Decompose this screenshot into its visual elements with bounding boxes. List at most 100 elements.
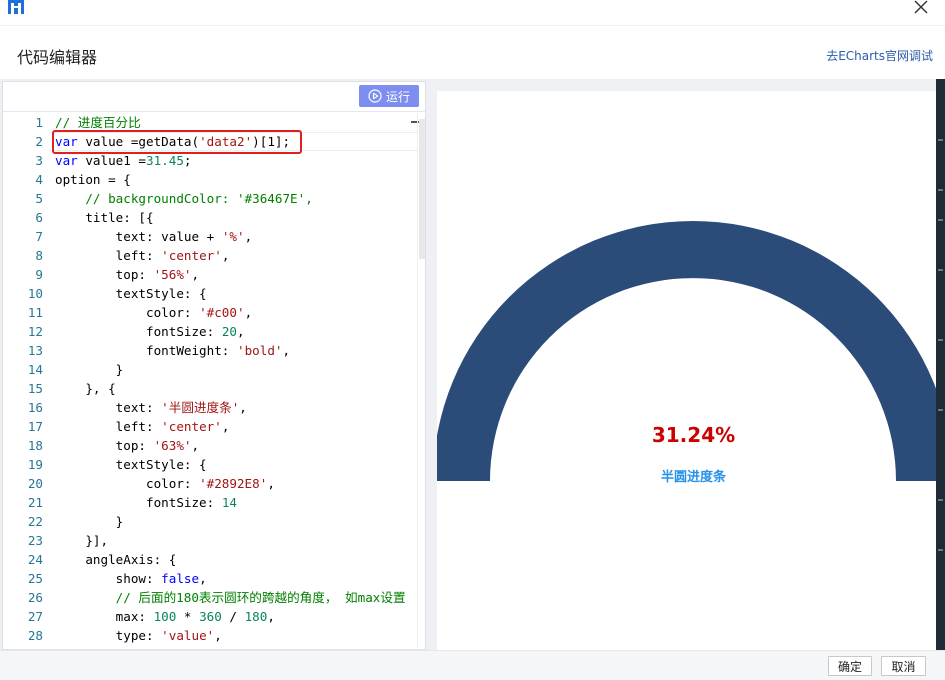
code-token: textStyle: { — [55, 286, 207, 301]
app-logo-icon — [8, 0, 24, 14]
line-number: 27 — [27, 609, 43, 624]
code-editor-dialog: 代码编辑器 去ECharts官网调试 运行 1 2 3 4 5 6 7 8 9 10 11 12 13 1… — [0, 0, 945, 680]
code-line[interactable]: text: value + '%', — [55, 227, 415, 246]
code-token: // 进度百分比 — [55, 115, 141, 130]
code-token: '#c00' — [199, 305, 245, 320]
code-line[interactable]: max: 100 * 360 / 180, — [55, 607, 415, 626]
line-number: 12 — [27, 324, 43, 339]
code-text[interactable]: // 进度百分比 var value =getData('data2')[1]; v… — [55, 113, 415, 645]
line-number: 10 — [27, 286, 43, 301]
code-token: type: — [55, 628, 162, 643]
code-token: 360 — [199, 609, 222, 624]
line-number: 24 — [27, 552, 43, 567]
code-token: '%' — [221, 229, 245, 244]
line-number: 20 — [27, 476, 43, 491]
line-number: 28 — [27, 628, 43, 643]
code-token: left: — [55, 419, 162, 434]
code-token: , — [221, 419, 230, 434]
line-number: 5 — [35, 191, 43, 206]
code-line[interactable]: fontSize: 20, — [55, 322, 415, 341]
code-line[interactable]: textStyle: { — [55, 455, 415, 474]
line-number: 26 — [27, 590, 43, 605]
code-token: , — [267, 476, 275, 491]
code-token: , — [239, 400, 247, 415]
code-token: // 后面的180表示圆环的跨越的角度， 如max设置 — [55, 590, 406, 605]
code-line[interactable]: fontWeight: 'bold', — [55, 341, 415, 360]
line-number: 17 — [27, 419, 43, 434]
echarts-official-link[interactable]: 去ECharts官网调试 — [826, 47, 933, 64]
code-line[interactable]: textStyle: { — [55, 284, 415, 303]
code-line[interactable]: }, { — [55, 379, 415, 398]
code-line[interactable]: left: 'center', — [55, 246, 415, 265]
code-token: var — [55, 153, 78, 168]
line-number: 11 — [27, 305, 43, 320]
line-number: 13 — [27, 343, 43, 358]
run-button-label: 运行 — [385, 89, 410, 104]
run-button[interactable]: 运行 — [359, 85, 419, 107]
code-line[interactable]: color: '#2892E8', — [55, 474, 415, 493]
play-circle-icon — [368, 89, 382, 103]
code-token: value1 = — [77, 153, 146, 168]
editor-scrollbar-thumb[interactable] — [419, 119, 425, 259]
editor-scrollbar[interactable] — [417, 113, 425, 651]
confirm-button[interactable]: 确定 — [828, 656, 872, 676]
code-token: , — [214, 628, 222, 643]
code-line[interactable]: // 后面的180表示圆环的跨越的角度， 如max设置 — [55, 588, 415, 607]
window-topbar — [0, 0, 945, 26]
code-token: fontWeight: — [55, 343, 237, 358]
code-token: } — [55, 514, 124, 529]
code-line[interactable]: type: 'value', — [55, 626, 415, 645]
editor-toolbar: 运行 — [3, 82, 425, 112]
code-token: max: — [55, 609, 154, 624]
code-line[interactable]: option = { — [55, 170, 415, 189]
code-editor-pane: 运行 1 2 3 4 5 6 7 8 9 10 11 12 13 14 15 16 17 18 19 20 21 22 23… — [2, 81, 426, 651]
code-line[interactable]: angleAxis: { — [55, 550, 415, 569]
code-token: , — [199, 571, 207, 586]
code-line[interactable]: color: '#c00', — [55, 303, 415, 322]
code-token: 'value' — [161, 628, 215, 643]
line-number: 4 — [35, 172, 43, 187]
cancel-button[interactable]: 取消 — [881, 656, 926, 676]
code-token: , — [236, 324, 245, 339]
code-line[interactable]: top: '56%', — [55, 265, 415, 284]
code-token: fontSize: — [55, 324, 222, 339]
code-token: 14 — [221, 495, 237, 510]
line-number: 2 — [35, 134, 43, 149]
code-token: fontSize: — [55, 495, 222, 510]
code-token: }], — [55, 533, 109, 548]
code-token: 'bold' — [236, 343, 283, 358]
code-token: title: [{ — [55, 210, 154, 225]
dialog-footer: 确定 取消 — [0, 650, 945, 680]
line-number: 19 — [27, 457, 43, 472]
line-number: 14 — [27, 362, 43, 377]
line-number: 15 — [27, 381, 43, 396]
code-token: text: value + — [55, 229, 222, 244]
code-line[interactable]: text: '半圆进度条', — [55, 398, 415, 417]
code-line[interactable]: top: '63%', — [55, 436, 415, 455]
code-token: , — [282, 343, 291, 358]
code-token: color: — [55, 305, 200, 320]
code-line[interactable]: fontSize: 14 — [55, 493, 415, 512]
code-token: '半圆进度条' — [161, 400, 240, 415]
code-token: ; — [183, 153, 192, 168]
code-token: 31.45 — [146, 153, 184, 168]
code-token: angleAxis: { — [55, 552, 177, 567]
line-number: 7 — [35, 229, 43, 244]
code-token: , — [244, 305, 253, 320]
code-token: '63%' — [153, 438, 192, 453]
code-line[interactable]: show: false, — [55, 569, 415, 588]
code-token: top: — [55, 267, 154, 282]
code-token: textStyle: { — [55, 457, 207, 472]
code-line[interactable]: }], — [55, 531, 415, 550]
code-line[interactable]: // backgroundColor: '#36467E', — [55, 189, 415, 208]
code-area[interactable]: 1 2 3 4 5 6 7 8 9 10 11 12 13 14 15 16 17 18 19 20 21 22 23 24 2… — [3, 113, 425, 651]
code-token: 'center' — [161, 248, 222, 263]
line-number-gutter: 1 2 3 4 5 6 7 8 9 10 11 12 13 14 15 16 17 18 19 20 21 22 23 24 2… — [3, 113, 49, 645]
code-line[interactable]: } — [55, 360, 415, 379]
code-line[interactable]: left: 'center', — [55, 417, 415, 436]
close-icon[interactable] — [911, 0, 931, 16]
code-token: 'center' — [161, 419, 222, 434]
line-number: 3 — [35, 153, 43, 168]
code-line[interactable]: } — [55, 512, 415, 531]
code-line[interactable]: title: [{ — [55, 208, 415, 227]
